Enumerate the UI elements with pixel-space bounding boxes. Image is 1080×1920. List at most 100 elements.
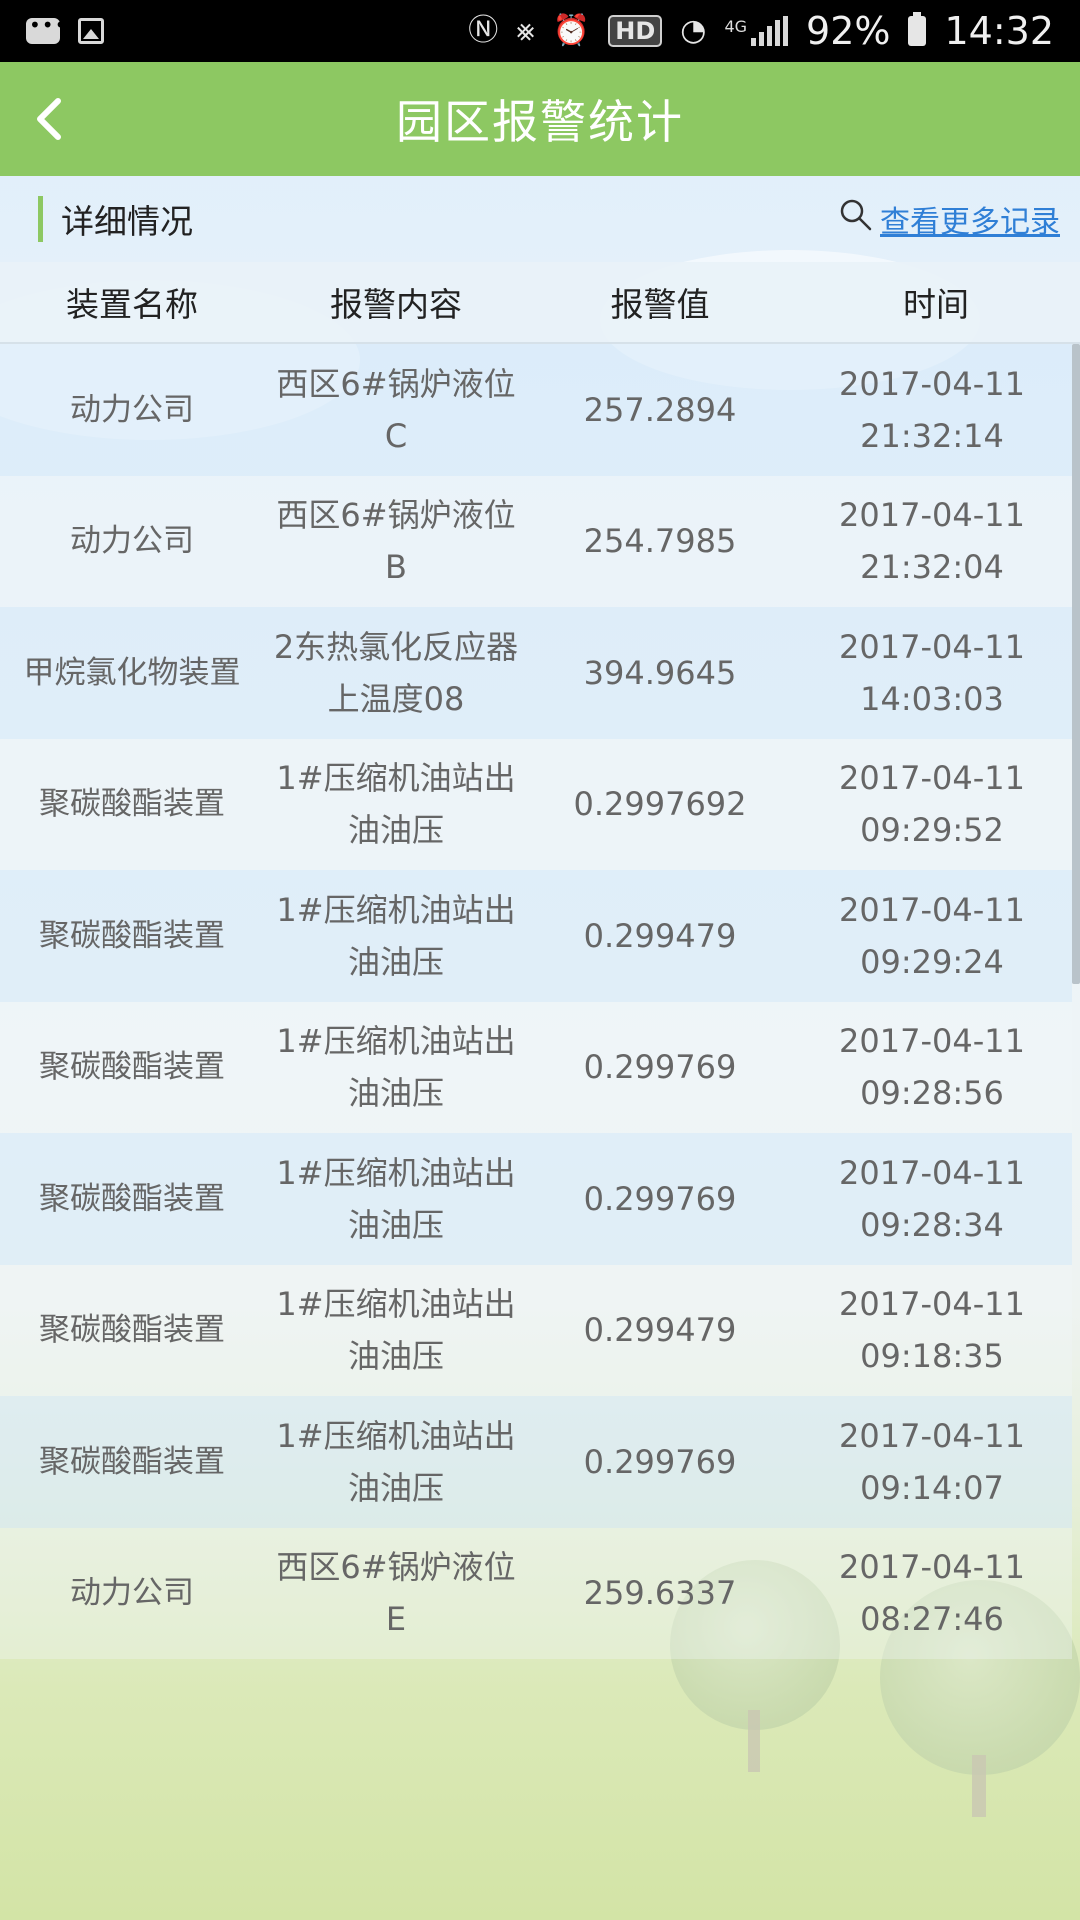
cell-date: 2017-04-11 [839,496,1025,535]
cell-clock: 09:28:56 [860,1074,1004,1113]
clock: 14:32 [944,9,1054,53]
alarm-icon: ⏰ [552,13,591,48]
cell-clock: 09:18:35 [860,1337,1004,1376]
table-row[interactable]: 聚碳酸酯装置 1#压缩机油站出油油压 0.299479 2017-04-11 09… [0,870,1072,1002]
cell-content: 1#压缩机油站出油油压 [276,1416,516,1507]
cell-content: 1#压缩机油站出油油压 [276,890,516,981]
cell-value: 0.299769 [583,1442,737,1481]
table-header: 装置名称 报警内容 报警值 时间 [0,262,1080,344]
network-type: 4G [724,17,748,36]
cell-value: 0.2997692 [573,785,747,824]
cell-clock: 09:29:24 [860,942,1004,981]
cell-time: 2017-04-11 14:03:03 [792,621,1072,725]
mute-vibrate-icon: ⨳ [516,13,535,48]
cell-date: 2017-04-11 [839,1022,1025,1061]
cell-device: 聚碳酸酯装置 [39,786,225,823]
cell-date: 2017-04-11 [839,759,1025,798]
hd-icon: HD [608,15,663,47]
view-more-records-label: 查看更多记录 [880,205,1060,240]
cell-content: 西区6#锅炉液位C [276,364,516,455]
cell-date: 2017-04-11 [839,364,1025,403]
wifi-icon: ◔ [680,13,707,48]
cell-time: 2017-04-11 09:29:52 [792,752,1072,856]
cell-time: 2017-04-11 09:29:24 [792,884,1072,988]
cell-time: 2017-04-11 08:27:46 [792,1541,1072,1645]
column-header-time: 时间 [903,285,969,324]
cell-content: 2东热氯化反应器上温度08 [273,627,519,718]
cell-device: 甲烷氯化物装置 [23,654,241,691]
cell-value: 259.6337 [583,1574,737,1613]
section-accent-bar [38,196,43,242]
app-header: 园区报警统计 [0,62,1080,176]
battery-icon [908,12,927,46]
cell-clock: 09:28:34 [860,1205,1004,1244]
section-title: 详细情况 [61,202,193,241]
table-row[interactable]: 甲烷氯化物装置 2东热氯化反应器上温度08 394.9645 2017-04-1… [0,607,1072,739]
cell-date: 2017-04-11 [839,1153,1025,1192]
cell-value: 0.299769 [583,1048,737,1087]
search-icon [838,197,874,241]
cell-clock: 21:32:04 [860,548,1004,587]
cell-clock: 08:27:46 [860,1600,1004,1639]
cell-content: 1#压缩机油站出油油压 [276,759,516,850]
cell-value: 394.9645 [583,653,737,692]
battery-percent: 92% [806,9,891,53]
cell-device: 动力公司 [70,523,194,560]
table-row[interactable]: 动力公司 西区6#锅炉液位E 259.6337 2017-04-11 08:27:… [0,1527,1072,1659]
table-row[interactable]: 动力公司 西区6#锅炉液位B 254.7985 2017-04-11 21:32:… [0,475,1072,607]
cell-device: 聚碳酸酯装置 [39,1180,225,1217]
nfc-icon: Ⓝ [468,13,499,48]
alarm-table: 动力公司 西区6#锅炉液位C 257.2894 2017-04-11 21:32:… [0,344,1072,1659]
cell-clock: 09:29:52 [860,811,1004,850]
cell-date: 2017-04-11 [839,627,1025,666]
cell-clock: 21:32:14 [860,416,1004,455]
column-header-value: 报警值 [610,285,710,324]
table-row[interactable]: 聚碳酸酯装置 1#压缩机油站出油油压 0.299479 2017-04-11 09… [0,1264,1072,1396]
cell-content: 西区6#锅炉液位E [276,1548,516,1639]
view-more-records-link[interactable]: 查看更多记录 [838,197,1060,241]
cell-device: 聚碳酸酯装置 [39,1049,225,1086]
cell-device: 动力公司 [70,391,194,428]
cell-value: 0.299479 [583,1311,737,1350]
message-icon [26,13,67,44]
cell-time: 2017-04-11 09:14:07 [792,1410,1072,1514]
section-header: 详细情况 查看更多记录 [0,176,1080,262]
cell-time: 2017-04-11 09:28:34 [792,1147,1072,1251]
table-row[interactable]: 聚碳酸酯装置 1#压缩机油站出油油压 0.299769 2017-04-11 09… [0,1133,1072,1265]
scrollbar[interactable] [1072,344,1080,984]
cell-date: 2017-04-11 [839,1548,1025,1587]
table-row[interactable]: 聚碳酸酯装置 1#压缩机油站出油油压 0.299769 2017-04-11 09… [0,1001,1072,1133]
page-title: 园区报警统计 [396,95,684,149]
cell-device: 聚碳酸酯装置 [39,1443,225,1480]
cell-value: 0.299479 [583,916,737,955]
cell-time: 2017-04-11 21:32:14 [792,358,1072,462]
table-row[interactable]: 聚碳酸酯装置 1#压缩机油站出油油压 0.2997692 2017-04-11 0… [0,738,1072,870]
cell-value: 257.2894 [583,390,737,429]
cell-content: 1#压缩机油站出油油压 [276,1022,516,1113]
cell-value: 254.7985 [583,522,737,561]
column-header-device: 装置名称 [66,285,198,324]
column-header-content: 报警内容 [330,285,462,324]
cell-date: 2017-04-11 [839,1285,1025,1324]
back-arrow-icon [37,98,61,140]
cell-device: 动力公司 [70,1575,194,1612]
cell-content: 1#压缩机油站出油油压 [276,1285,516,1376]
status-bar: Ⓝ ⨳ ⏰ HD ◔ 4G 92% 14:32 [0,0,1080,62]
cell-time: 2017-04-11 09:28:56 [792,1015,1072,1119]
table-row[interactable]: 聚碳酸酯装置 1#压缩机油站出油油压 0.299769 2017-04-11 09… [0,1396,1072,1528]
cell-date: 2017-04-11 [839,1416,1025,1455]
cell-content: 1#压缩机油站出油油压 [276,1153,516,1244]
cell-device: 聚碳酸酯装置 [39,1312,225,1349]
cell-date: 2017-04-11 [839,890,1025,929]
cell-content: 西区6#锅炉液位B [276,496,516,587]
section-title-wrap: 详细情况 [38,195,193,243]
cell-value: 0.299769 [583,1179,737,1218]
cell-time: 2017-04-11 21:32:04 [792,489,1072,593]
table-row[interactable]: 动力公司 西区6#锅炉液位C 257.2894 2017-04-11 21:32:… [0,344,1072,476]
image-icon [78,18,104,44]
cell-clock: 14:03:03 [860,679,1004,718]
back-button[interactable] [10,79,90,159]
cell-device: 聚碳酸酯装置 [39,917,225,954]
cell-time: 2017-04-11 09:18:35 [792,1278,1072,1382]
cell-clock: 09:14:07 [860,1468,1004,1507]
